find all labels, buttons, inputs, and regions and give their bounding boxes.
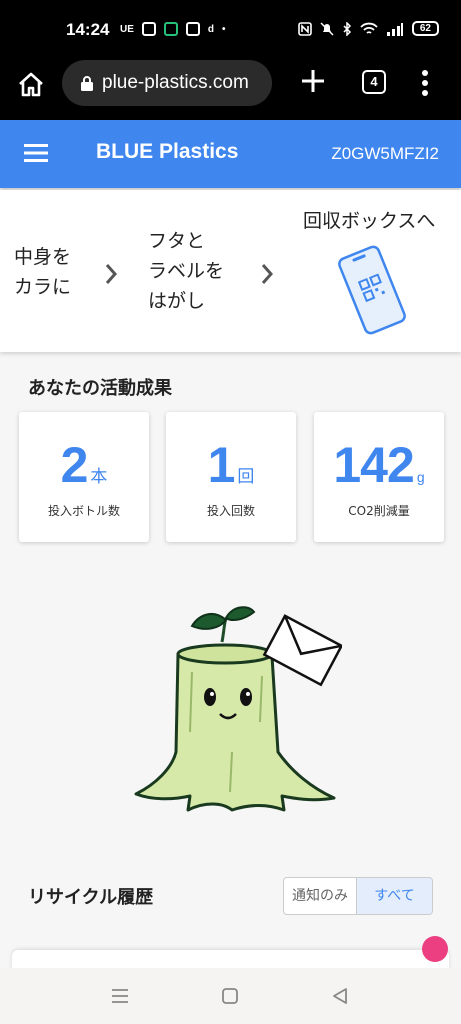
chevron-right-icon [105,264,118,284]
history-title: リサイクル履歴 [28,887,154,908]
back-icon[interactable] [330,986,350,1006]
stat-unit: g [416,469,425,485]
plus-icon[interactable] [300,68,326,94]
more-vert-icon[interactable] [418,68,432,98]
stat-label: 投入回数 [206,504,255,518]
mute-icon [320,21,334,36]
browser-toolbar: plue-plastics.com 4 [0,60,461,120]
bluetooth-icon [343,21,351,36]
stat-card-visits: 1回 投入回数 [166,412,296,542]
filter-notifications-only[interactable]: 通知のみ [284,878,356,914]
stat-value: 142 [333,437,414,493]
recycle-steps: 中身を カラに フタと ラベルを はがし 回収ボックスへ [0,190,461,352]
nfc-icon [298,21,312,36]
ue-text: UE [120,23,134,35]
wifi-icon [360,22,378,34]
stat-card-bottles: 2本 投入ボトル数 [19,412,149,542]
stat-value: 2 [60,437,89,493]
recents-icon[interactable] [110,986,130,1006]
app-notification-icon-2 [185,22,200,36]
status-bar: 14:24 UE d • 62 [0,0,461,60]
app-notification-icon [141,22,156,36]
step-2-text: フタと ラベルを はがし [148,230,225,312]
signal-icon [386,22,403,36]
stat-value: 1 [207,437,236,493]
address-bar[interactable]: plue-plastics.com [62,60,272,106]
step-3-text: 回収ボックスへ [303,210,436,232]
status-time: 14:24 [66,20,110,39]
stump-mascot-illustration [134,606,342,812]
stat-card-co2: 142 g CO2削減量 [314,412,444,542]
notification-icons: UE d • [120,22,226,36]
system-nav-bar [0,968,461,1024]
chevron-right-icon [261,264,274,284]
floating-action-dot[interactable] [422,936,448,962]
lock-icon [81,76,93,91]
stat-label: 投入ボトル数 [47,504,120,518]
url-text: plue-plastics.com [102,72,249,93]
d-app-icon: d [207,23,215,35]
stat-unit: 回 [237,467,255,486]
history-filter-toggle: 通知のみ すべて [283,877,433,915]
app-title: BLUE Plastics [96,140,239,163]
hamburger-icon[interactable] [24,144,48,162]
home-icon[interactable] [16,70,46,100]
step-1-text: 中身を カラに [14,246,72,298]
app-header: BLUE Plastics Z0GW5MFZI2 [0,120,461,188]
dot-icon: • [222,23,226,35]
line-notification-icon [163,22,178,36]
user-code: Z0GW5MFZI2 [331,144,439,163]
stat-label: CO2削減量 [348,504,410,518]
filter-all[interactable]: すべて [356,878,432,914]
battery-icon: 62 [411,21,439,36]
activity-title: あなたの活動成果 [28,378,172,399]
phone-qr-icon [338,245,406,335]
system-icons: 62 [298,21,439,36]
home-square-icon[interactable] [220,986,240,1006]
tab-switcher-button[interactable]: 4 [362,70,386,94]
stat-unit: 本 [90,467,108,486]
